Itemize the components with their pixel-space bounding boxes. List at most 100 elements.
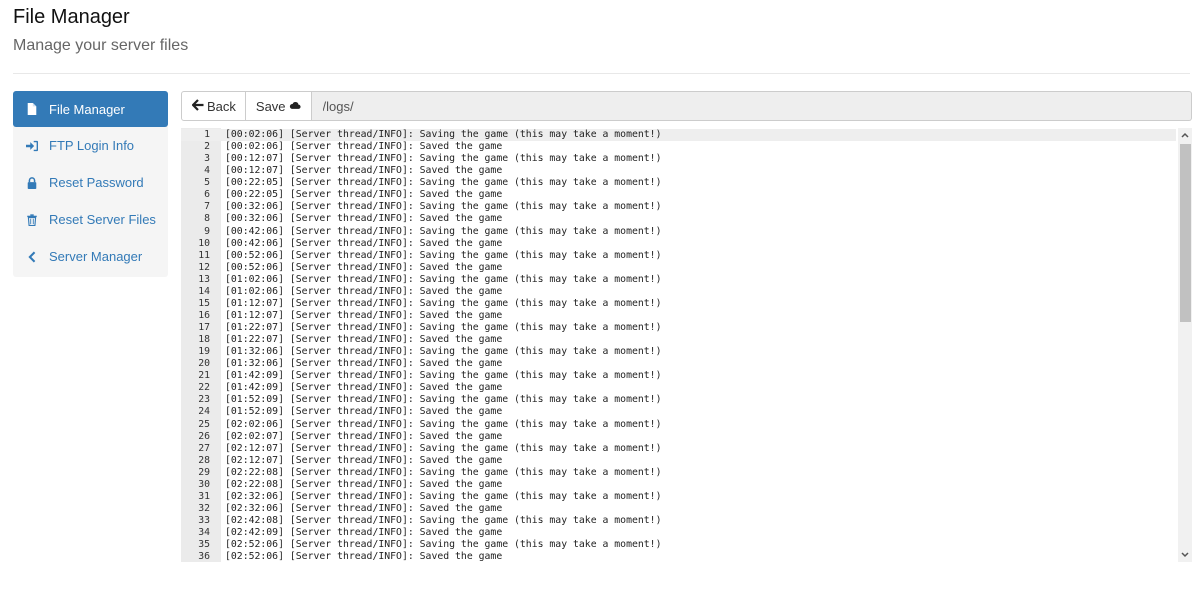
line-number: 9: [204, 225, 210, 237]
line-text: [00:22:05] [Server thread/INFO]: Saving …: [225, 177, 662, 189]
page-subtitle: Manage your server files: [13, 37, 189, 54]
line-text: [00:42:06] [Server thread/INFO]: Saving …: [225, 225, 662, 237]
line-number: 31: [198, 490, 210, 502]
line-number: 11: [198, 249, 210, 261]
line-text: [01:42:09] [Server thread/INFO]: Saved t…: [225, 382, 503, 394]
line-number: 28: [198, 454, 210, 466]
line-number: 26: [198, 430, 210, 442]
line-text: [01:42:09] [Server thread/INFO]: Saving …: [225, 370, 662, 382]
line-number: 16: [198, 309, 210, 321]
editor-line: 1 [00:02:06] [Server thread/INFO]: Saving…: [181, 129, 1176, 142]
editor-line: 13 [01:02:06] [Server thread/INFO]: Savin…: [181, 274, 1176, 286]
line-text: [00:12:07] [Server thread/INFO]: Saved t…: [225, 165, 503, 177]
back-button-label: Back: [207, 98, 236, 114]
scroll-up-arrow-icon[interactable]: [1178, 128, 1192, 142]
line-number: 2: [204, 141, 210, 153]
line-text: [00:52:06] [Server thread/INFO]: Saving …: [225, 249, 662, 261]
line-number: 21: [198, 370, 210, 382]
line-number: 27: [198, 442, 210, 454]
line-number: 29: [198, 466, 210, 478]
line-text: [00:02:06] [Server thread/INFO]: Saved t…: [225, 141, 503, 153]
sign-in-icon: [25, 139, 39, 153]
editor-line: 25 [02:02:06] [Server thread/INFO]: Savin…: [181, 419, 1176, 431]
page-title: File Manager: [13, 6, 130, 28]
line-number: 5: [204, 177, 210, 189]
sidebar-item-reset-password[interactable]: Reset Password: [13, 164, 168, 201]
editor-line: 31 [02:32:06] [Server thread/INFO]: Savin…: [181, 491, 1176, 503]
scroll-down-arrow-icon[interactable]: [1178, 548, 1192, 562]
editor-line: 20 [01:32:06] [Server thread/INFO]: Saved…: [181, 358, 1176, 370]
line-text: [02:12:07] [Server thread/INFO]: Saving …: [225, 442, 662, 454]
editor-lines: 1 [00:02:06] [Server thread/INFO]: Saving…: [181, 129, 1176, 562]
sidebar-item-reset-server-files[interactable]: Reset Server Files: [13, 201, 168, 238]
lock-icon: [25, 176, 39, 190]
editor-line: 19 [01:32:06] [Server thread/INFO]: Savin…: [181, 346, 1176, 358]
save-button[interactable]: Save: [245, 91, 312, 121]
sidebar: File Manager FTP Login Info Reset Passwo…: [13, 91, 168, 277]
line-number: 14: [198, 285, 210, 297]
line-text: [02:02:06] [Server thread/INFO]: Saving …: [225, 418, 662, 430]
editor-line: 23 [01:52:09] [Server thread/INFO]: Savin…: [181, 394, 1176, 406]
editor-line: 11 [00:52:06] [Server thread/INFO]: Savin…: [181, 250, 1176, 262]
editor-line: 21 [01:42:09] [Server thread/INFO]: Savin…: [181, 370, 1176, 382]
editor-line: 35 [02:52:06] [Server thread/INFO]: Savin…: [181, 539, 1176, 551]
back-button[interactable]: Back: [181, 91, 246, 121]
line-text: [01:02:06] [Server thread/INFO]: Saving …: [225, 273, 662, 285]
sidebar-item-label: FTP Login Info: [49, 138, 135, 153]
editor-scrollbar[interactable]: [1178, 128, 1192, 562]
line-number: 30: [198, 478, 210, 490]
file-toolbar: Back Save: [181, 91, 1192, 121]
editor-line: 16 [01:12:07] [Server thread/INFO]: Saved…: [181, 310, 1176, 322]
editor-line: 9 [00:42:06] [Server thread/INFO]: Saving…: [181, 226, 1176, 238]
editor-line: 7 [00:32:06] [Server thread/INFO]: Saving…: [181, 201, 1176, 213]
line-text: [02:42:08] [Server thread/INFO]: Saving …: [225, 515, 662, 526]
editor-line: 24 [01:52:09] [Server thread/INFO]: Saved…: [181, 406, 1176, 418]
line-text: [02:32:06] [Server thread/INFO]: Saving …: [225, 490, 662, 502]
editor-line: 27 [02:12:07] [Server thread/INFO]: Savin…: [181, 443, 1176, 455]
header-divider: [13, 73, 1190, 74]
line-text: [01:32:06] [Server thread/INFO]: Saved t…: [225, 358, 503, 370]
line-text: [01:32:06] [Server thread/INFO]: Saving …: [225, 346, 662, 358]
editor-line: 4 [00:12:07] [Server thread/INFO]: Saved …: [181, 165, 1176, 177]
sidebar-item-label: Reset Password: [49, 175, 144, 190]
editor-line: 30 [02:22:08] [Server thread/INFO]: Saved…: [181, 479, 1176, 491]
line-text: [02:22:08] [Server thread/INFO]: Saving …: [225, 466, 662, 478]
line-number: 15: [198, 297, 210, 309]
sidebar-item-label: Reset Server Files: [49, 212, 156, 227]
line-text: [01:52:09] [Server thread/INFO]: Saved t…: [225, 406, 503, 418]
line-text: [00:32:06] [Server thread/INFO]: Saving …: [225, 201, 662, 213]
editor-line: 22 [01:42:09] [Server thread/INFO]: Saved…: [181, 382, 1176, 394]
line-number: 18: [198, 334, 210, 346]
code-editor[interactable]: 1 [00:02:06] [Server thread/INFO]: Saving…: [181, 128, 1192, 562]
line-number: 12: [198, 261, 210, 273]
path-input[interactable]: [311, 91, 1192, 121]
editor-line: 15 [01:12:07] [Server thread/INFO]: Savin…: [181, 298, 1176, 310]
line-text: [00:32:06] [Server thread/INFO]: Saved t…: [225, 213, 503, 225]
line-number: 13: [198, 273, 210, 285]
line-number: 32: [198, 502, 210, 514]
line-number: 17: [198, 322, 210, 333]
line-number: 23: [198, 394, 210, 406]
line-number: 3: [204, 153, 210, 165]
line-text: [02:32:06] [Server thread/INFO]: Saved t…: [225, 502, 503, 514]
sidebar-item-file-manager[interactable]: File Manager: [13, 91, 168, 127]
editor-line: 2 [00:02:06] [Server thread/INFO]: Saved …: [181, 141, 1176, 153]
line-number: 20: [198, 358, 210, 370]
line-text: [02:42:09] [Server thread/INFO]: Saved t…: [225, 527, 503, 539]
line-number: 35: [198, 539, 210, 551]
sidebar-item-server-manager[interactable]: Server Manager: [13, 238, 168, 275]
editor-line: 33 [02:42:08] [Server thread/INFO]: Savin…: [181, 515, 1176, 527]
line-text: [02:52:06] [Server thread/INFO]: Saving …: [225, 539, 662, 551]
line-text: [02:52:06] [Server thread/INFO]: Saved t…: [225, 551, 503, 562]
sidebar-item-ftp-login-info[interactable]: FTP Login Info: [13, 127, 168, 164]
scrollbar-thumb[interactable]: [1180, 144, 1191, 322]
line-text: [00:02:06] [Server thread/INFO]: Saving …: [225, 129, 662, 140]
editor-line: 10 [00:42:06] [Server thread/INFO]: Saved…: [181, 238, 1176, 250]
line-text: [01:52:09] [Server thread/INFO]: Saving …: [225, 394, 662, 406]
line-number: 6: [204, 189, 210, 201]
line-text: [01:12:07] [Server thread/INFO]: Saved t…: [225, 309, 503, 321]
editor-line: 5 [00:22:05] [Server thread/INFO]: Saving…: [181, 177, 1176, 189]
trash-icon: [25, 213, 39, 227]
line-text: [00:22:05] [Server thread/INFO]: Saved t…: [225, 189, 503, 201]
editor-line: 12 [00:52:06] [Server thread/INFO]: Saved…: [181, 262, 1176, 274]
